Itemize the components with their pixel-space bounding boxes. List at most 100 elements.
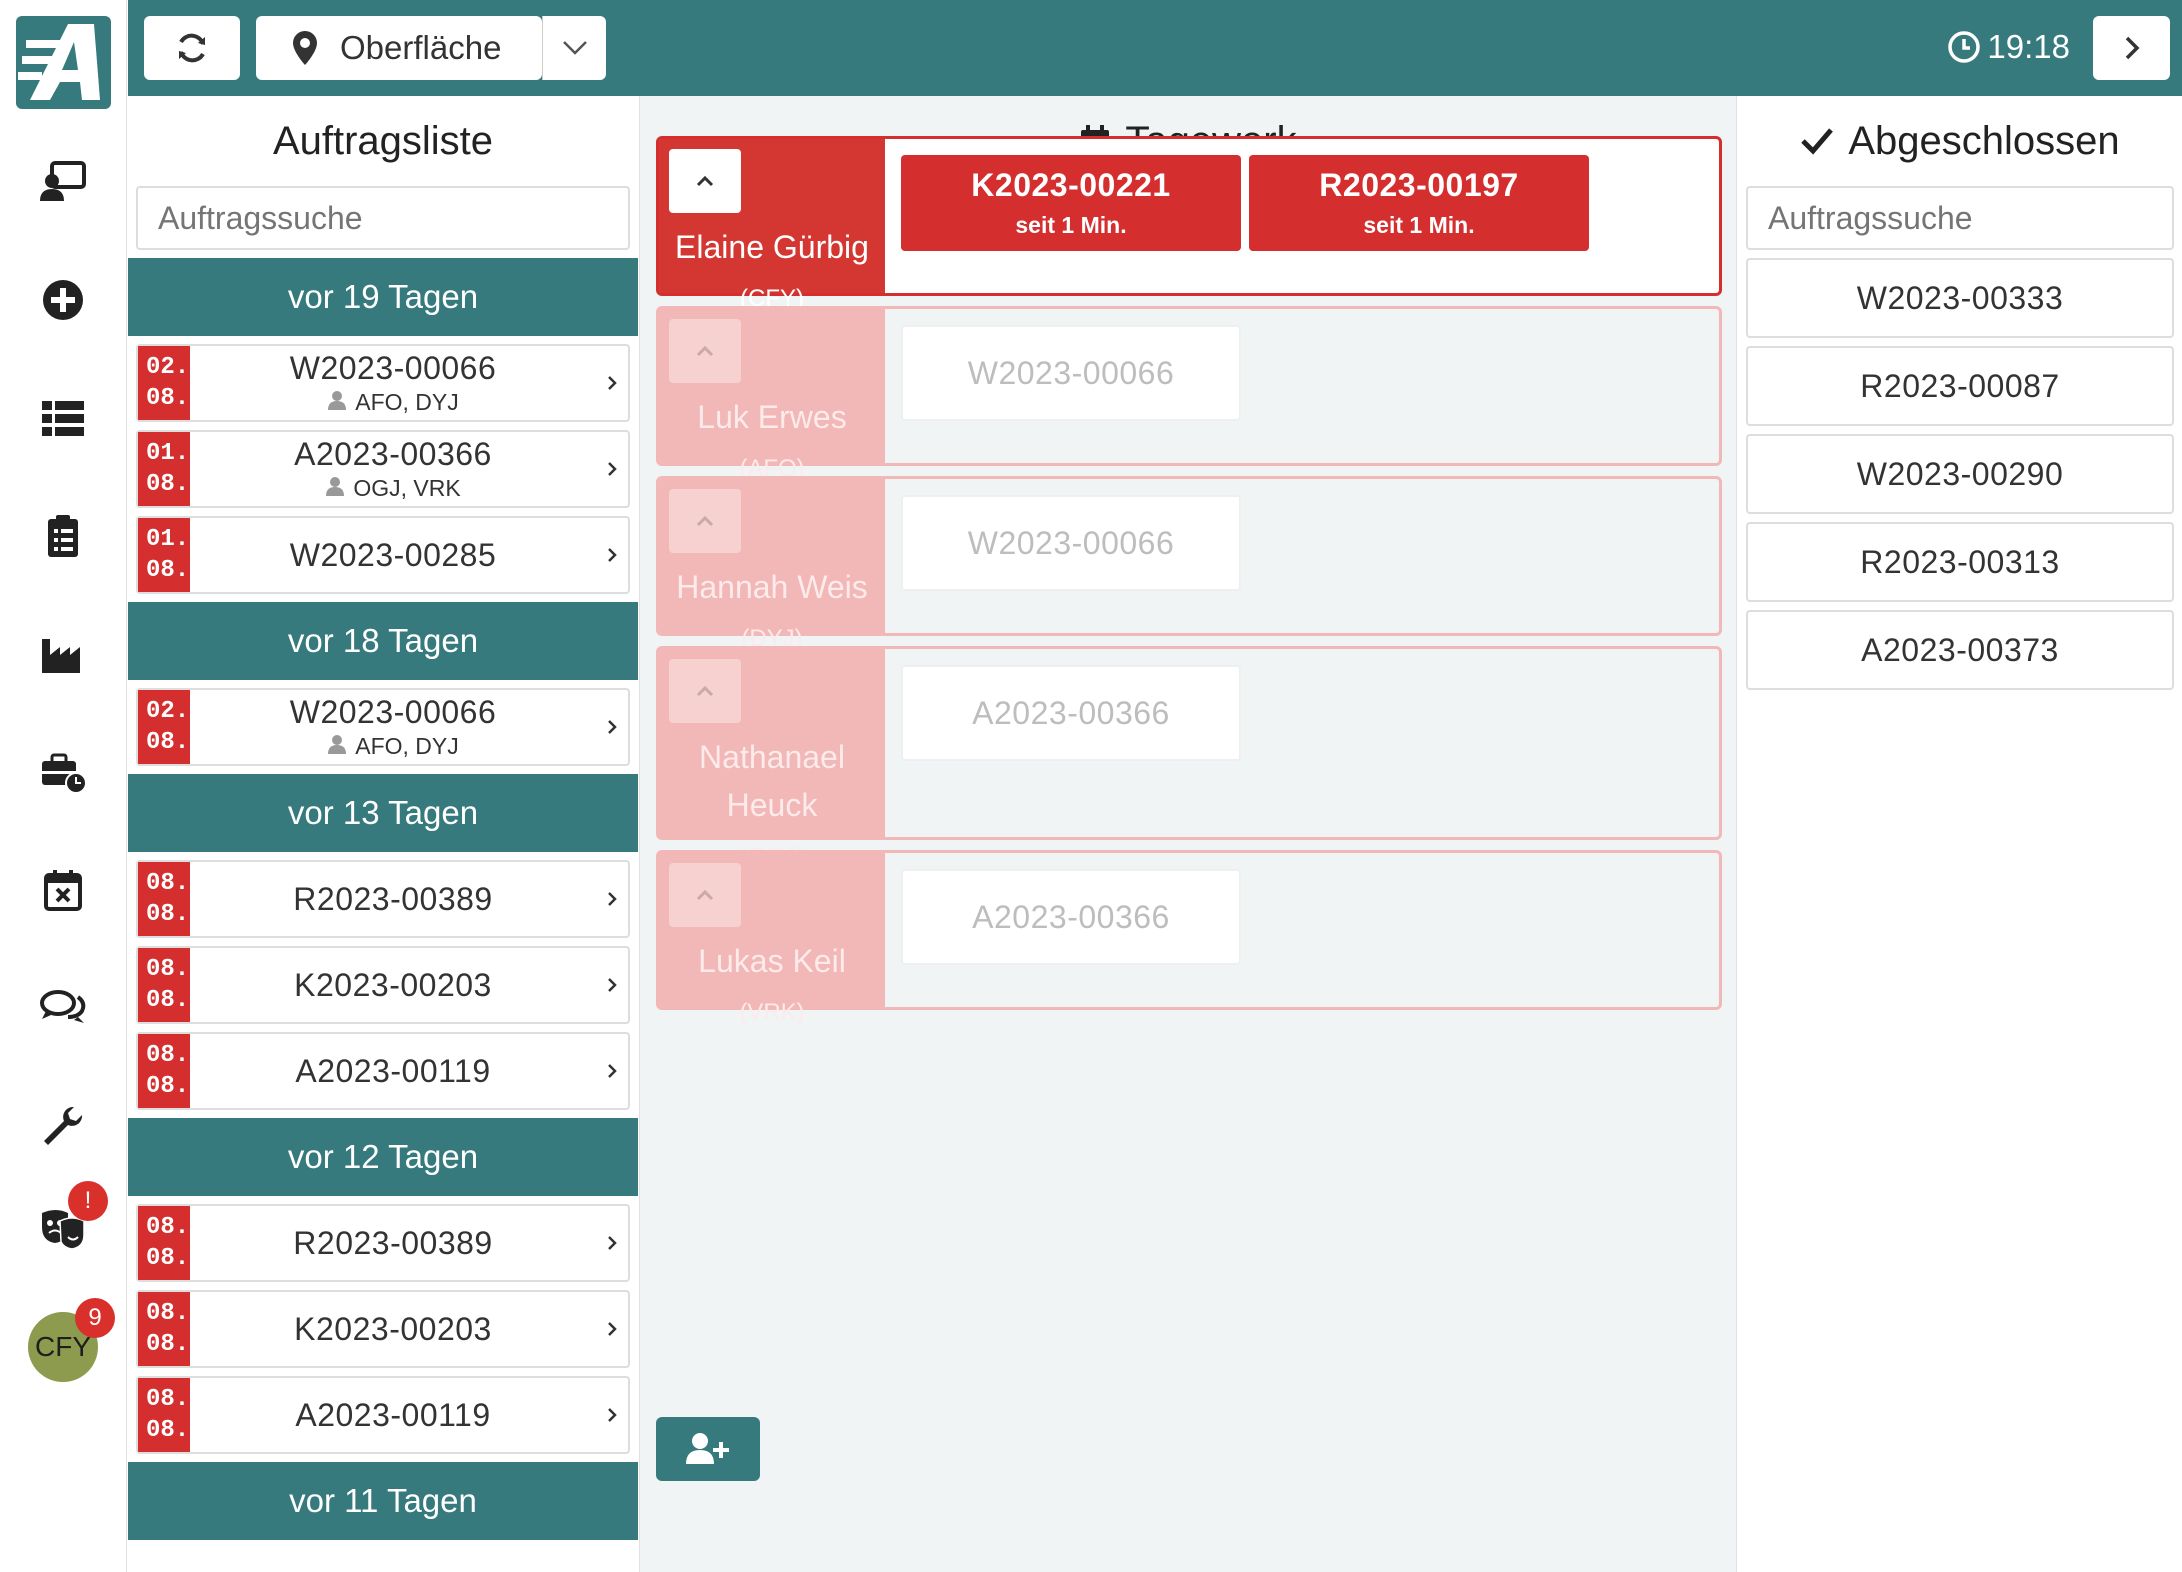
order-body: W2023-00066 AFO, DYJ: [190, 346, 596, 420]
chevron-right-icon: [596, 1378, 628, 1452]
user-icon: [325, 475, 345, 502]
job-tile[interactable]: W2023-00066: [901, 325, 1241, 421]
order-date: 08. 08.: [138, 948, 190, 1022]
completed-item[interactable]: W2023-00290: [1746, 434, 2174, 514]
user-icon: [327, 733, 347, 760]
order-date-month: 08.: [146, 471, 190, 498]
chevron-right-icon: [2125, 36, 2139, 60]
chevron-right-icon: [596, 346, 628, 420]
order-date-day: 08.: [146, 1214, 190, 1241]
calendar-x-icon[interactable]: [31, 858, 95, 922]
order-group-header: vor 12 Tagen: [128, 1118, 638, 1196]
worker-card: Nathanael Heuck(OGJ)A2023-00366: [656, 646, 1722, 870]
refresh-button[interactable]: [144, 16, 240, 80]
order-code: R2023-00389: [293, 880, 493, 917]
order-body: A2023-00119: [190, 1034, 596, 1108]
collapse-button[interactable]: [669, 863, 741, 927]
location-label: Oberfläche: [340, 29, 502, 66]
job-tile[interactable]: A2023-00366: [901, 665, 1241, 761]
order-date: 08. 08.: [138, 1206, 190, 1280]
worker-orders: W2023-00066: [885, 309, 1719, 463]
worker-orders: A2023-00366: [885, 649, 1719, 837]
completed-item[interactable]: R2023-00313: [1746, 522, 2174, 602]
location-dropdown-toggle[interactable]: [542, 16, 606, 80]
order-body: W2023-00066 AFO, DYJ: [190, 690, 596, 764]
order-date-day: 01.: [146, 526, 190, 553]
briefcase-clock-icon[interactable]: [31, 740, 95, 804]
completed-item[interactable]: W2023-00333: [1746, 258, 2174, 338]
plus-circle-icon[interactable]: [31, 268, 95, 332]
order-date: 08. 08.: [138, 1034, 190, 1108]
chevron-right-icon: [596, 1292, 628, 1366]
chat-icon[interactable]: [31, 976, 95, 1040]
order-body: K2023-00203: [190, 948, 596, 1022]
chevron-down-icon: [562, 41, 587, 55]
order-date-month: 08.: [146, 557, 190, 584]
order-list-item[interactable]: 08. 08. K2023-00203: [136, 1290, 630, 1368]
order-list-item[interactable]: 08. 08. A2023-00119: [136, 1032, 630, 1110]
order-persons: OGJ, VRK: [325, 475, 461, 502]
order-list-panel: Auftragsliste vor 19 Tagen02.08.W2023-00…: [128, 96, 638, 1572]
order-date-month: 08.: [146, 987, 190, 1014]
chevron-up-icon: [696, 685, 714, 697]
clock-icon: [1948, 31, 1981, 63]
completed-title: Abgeschlossen: [1738, 96, 2182, 186]
order-group-header: vor 13 Tagen: [128, 774, 638, 852]
check-icon: [1801, 128, 1834, 155]
job-tile[interactable]: A2023-00366: [901, 869, 1241, 965]
worker-name: Hannah Weis: [676, 569, 868, 605]
order-list-item[interactable]: 08. 08. A2023-00119: [136, 1376, 630, 1454]
order-code: A2023-00119: [295, 1396, 491, 1433]
app-logo[interactable]: [16, 16, 111, 109]
order-date-day: 08.: [146, 956, 190, 983]
monitor-user-icon[interactable]: [31, 150, 95, 214]
order-persons-text: AFO, DYJ: [355, 389, 459, 415]
order-search-input[interactable]: [136, 186, 630, 250]
order-date-month: 08.: [146, 901, 190, 928]
chevron-right-icon: [596, 690, 628, 764]
active-job-tile[interactable]: R2023-00197 seit 1 Min.: [1249, 155, 1589, 251]
collapse-button[interactable]: [669, 659, 741, 723]
collapse-button[interactable]: [669, 319, 741, 383]
order-date-day: 02.: [146, 698, 190, 725]
collapse-button[interactable]: [669, 489, 741, 553]
order-list-item[interactable]: 08. 08. R2023-00389: [136, 860, 630, 938]
add-worker-button[interactable]: [656, 1417, 760, 1481]
order-persons: AFO, DYJ: [327, 733, 459, 760]
worker-orders: W2023-00066: [885, 479, 1719, 633]
order-list-item[interactable]: 01. 08. W2023-00285: [136, 516, 630, 594]
completed-search-input[interactable]: [1746, 186, 2174, 250]
worker-name: Elaine Gürbig: [675, 229, 869, 265]
order-code: W2023-00066: [289, 694, 497, 730]
order-code: A2023-00119: [295, 1052, 491, 1089]
job-tile[interactable]: W2023-00066: [901, 495, 1241, 591]
order-list-item[interactable]: 02. 08. W2023-00066 AFO, DYJ: [136, 688, 630, 766]
order-list-item[interactable]: 08. 08. R2023-00389: [136, 1204, 630, 1282]
completed-title-text: Abgeschlossen: [1848, 119, 2120, 163]
worker-info: Elaine Gürbig (CFY): [659, 139, 885, 312]
collapse-button[interactable]: [669, 149, 741, 213]
completed-item[interactable]: R2023-00087: [1746, 346, 2174, 426]
chevron-right-icon: [596, 862, 628, 936]
clipboard-icon[interactable]: [31, 504, 95, 568]
next-button[interactable]: [2093, 16, 2170, 80]
completed-item[interactable]: A2023-00373: [1746, 610, 2174, 690]
list-icon[interactable]: [31, 386, 95, 450]
order-list-item[interactable]: 08. 08. K2023-00203: [136, 946, 630, 1024]
active-job-tile[interactable]: K2023-00221 seit 1 Min.: [901, 155, 1241, 251]
job-code: K2023-00221: [971, 167, 1171, 203]
factory-icon[interactable]: [31, 622, 95, 686]
location-select[interactable]: Oberfläche: [256, 16, 542, 80]
chevron-up-icon: [696, 889, 714, 901]
order-date-day: 01.: [146, 440, 190, 467]
wrench-icon[interactable]: [31, 1094, 95, 1158]
worker-card: Elaine Gürbig (CFY) K2023-00221 seit 1 Min.…: [656, 136, 1722, 312]
job-since: seit 1 Min.: [1015, 212, 1127, 238]
worker-name: Lukas Keil: [698, 943, 846, 979]
worker-orders: K2023-00221 seit 1 Min. R2023-00197 seit 1 …: [885, 139, 1719, 293]
chevron-up-icon: [696, 175, 714, 187]
refresh-icon: [179, 33, 205, 63]
order-list-item[interactable]: 01. 08. A2023-00366 OGJ, VRK: [136, 430, 630, 508]
order-code: A2023-00366: [294, 436, 492, 472]
order-list-item[interactable]: 02. 08. W2023-00066 AFO, DYJ: [136, 344, 630, 422]
